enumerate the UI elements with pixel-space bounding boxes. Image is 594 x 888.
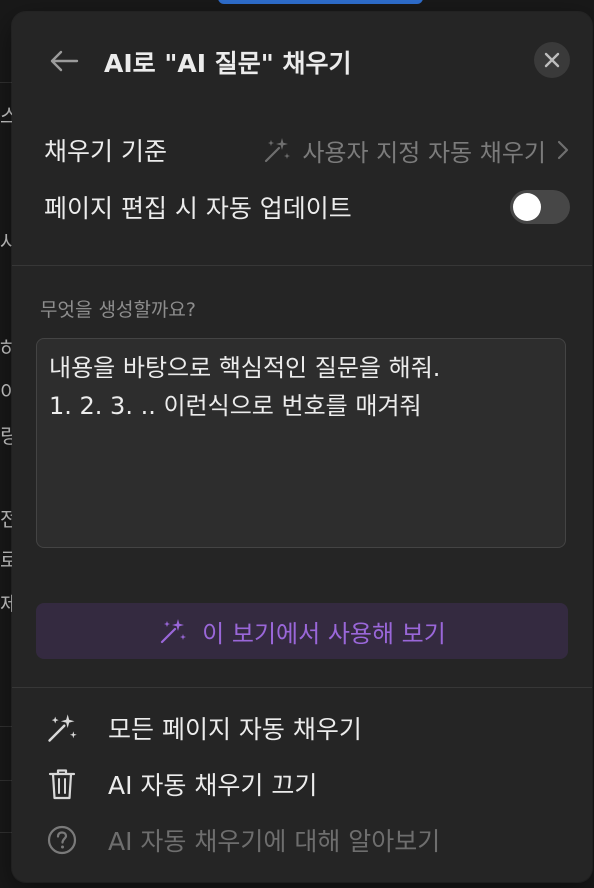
- fill-basis-selector[interactable]: 사용자 지정 자동 채우기: [262, 133, 570, 168]
- close-icon: [544, 52, 560, 68]
- menu-item-label: 모든 페이지 자동 채우기: [108, 715, 362, 744]
- try-in-view-label: 이 보기에서 사용해 보기: [202, 619, 446, 648]
- background-top-button: [218, 0, 423, 4]
- close-button[interactable]: [534, 42, 570, 78]
- fill-basis-value: 사용자 지정 자동 채우기: [302, 138, 546, 167]
- prompt-line: 1. 2. 3. .. 이런식으로 번호를 매겨줘: [49, 392, 422, 420]
- background-divider: [0, 726, 12, 727]
- menu-item-label: AI 자동 채우기 끄기: [108, 771, 318, 800]
- prompt-label: 무엇을 생성할까요?: [40, 299, 196, 321]
- help-circle-icon: [42, 820, 82, 860]
- sparkles-icon: [161, 619, 187, 644]
- try-in-view-button[interactable]: 이 보기에서 사용해 보기: [36, 603, 568, 659]
- background-divider: [0, 82, 12, 83]
- panel-title: AI로 "AI 질문" 채우기: [104, 49, 352, 78]
- section-divider: [12, 265, 592, 266]
- menu-item-learn-more[interactable]: AI 자동 채우기에 대해 알아보기: [42, 820, 440, 860]
- auto-update-row: 페이지 편집 시 자동 업데이트: [44, 187, 570, 227]
- menu-item-label: AI 자동 채우기에 대해 알아보기: [108, 827, 441, 856]
- fill-basis-label: 채우기 기준: [44, 137, 167, 166]
- chevron-right-icon: [557, 140, 569, 160]
- sparkles-icon: [265, 138, 291, 163]
- auto-update-label: 페이지 편집 시 자동 업데이트: [44, 194, 352, 223]
- menu-item-autofill-all[interactable]: 모든 페이지 자동 채우기: [42, 708, 362, 748]
- background-divider: [0, 780, 12, 781]
- prompt-textarea[interactable]: 내용을 바탕으로 핵심적인 질문을 해줘. 1. 2. 3. .. 이런식으로 …: [36, 338, 566, 548]
- toggle-knob: [513, 193, 541, 221]
- ai-autofill-panel: AI로 "AI 질문" 채우기 채우기 기준 사용자 지정 자동 채우기 페이지…: [12, 12, 592, 882]
- back-button[interactable]: [46, 46, 82, 76]
- prompt-line: 내용을 바탕으로 핵심적인 질문을 해줘.: [49, 354, 441, 382]
- panel-header: AI로 "AI 질문" 채우기: [12, 12, 592, 108]
- sparkles-icon: [42, 708, 82, 748]
- menu-item-disable-autofill[interactable]: AI 자동 채우기 끄기: [42, 764, 317, 804]
- section-divider: [12, 687, 592, 688]
- trash-icon: [42, 764, 82, 804]
- background-divider: [0, 832, 12, 833]
- fill-basis-row: 채우기 기준 사용자 지정 자동 채우기: [44, 130, 570, 170]
- auto-update-toggle[interactable]: [510, 190, 570, 224]
- arrow-left-icon: [50, 50, 79, 72]
